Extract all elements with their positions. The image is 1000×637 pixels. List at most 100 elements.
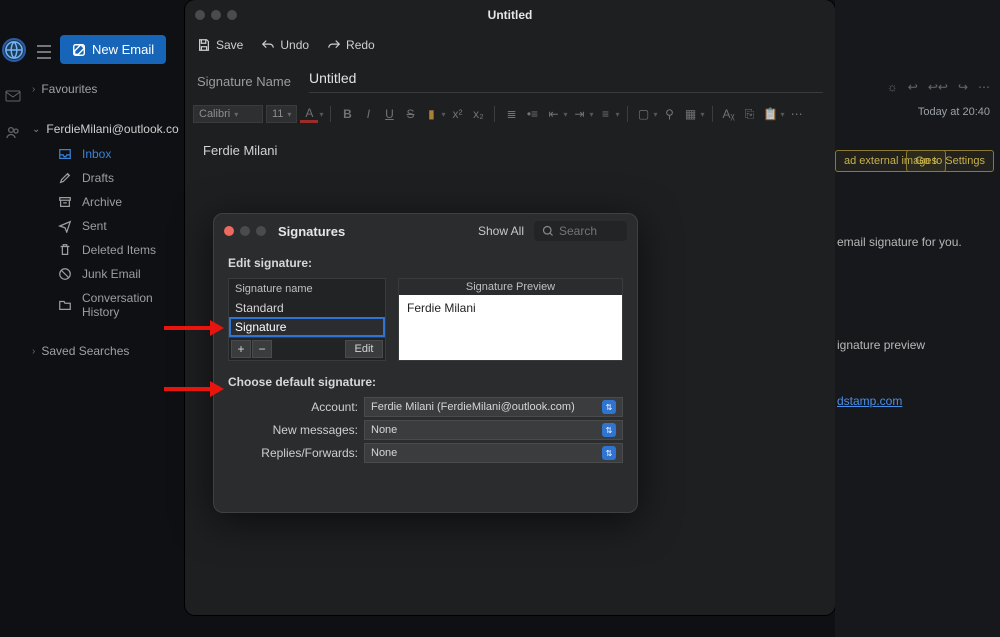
clear-format-icon[interactable]: Aᵪ <box>720 105 738 123</box>
account-label: Account: <box>228 400 358 414</box>
copy-format-icon[interactable]: ⎘ <box>741 105 759 123</box>
folder-conversation-history[interactable]: Conversation History <box>30 286 185 324</box>
chevron-down-icon: ⌄ <box>32 124 40 135</box>
message-timestamp: Today at 20:40 <box>918 106 990 118</box>
numbered-list-icon[interactable]: ≣ <box>502 105 520 123</box>
saved-searches-section[interactable]: › Saved Searches <box>30 338 185 364</box>
bulleted-list-icon[interactable]: •≡ <box>523 105 541 123</box>
paste-icon[interactable]: 📋 <box>762 105 780 123</box>
format-toolbar: Calibri▾ 11▾ A▾ B I U S ▮▾ x² x₂ ≣ •≡ ⇤▾… <box>185 99 835 129</box>
folder-inbox[interactable]: Inbox <box>30 142 185 166</box>
reply-icon[interactable]: ↩ <box>908 80 918 94</box>
search-box[interactable] <box>534 221 627 241</box>
window-title: Untitled <box>185 8 835 22</box>
annotation-arrow-2 <box>164 381 224 397</box>
underline-icon[interactable]: U <box>380 105 398 123</box>
chevron-right-icon: › <box>32 84 35 95</box>
save-button[interactable]: Save <box>197 38 243 52</box>
saved-searches-label: Saved Searches <box>41 344 129 358</box>
bg-link[interactable]: dstamp.com <box>837 394 902 408</box>
font-color-icon[interactable]: A <box>300 105 318 123</box>
bg-text-1: email signature for you. <box>837 235 962 249</box>
sun-icon[interactable]: ☼ <box>887 80 898 94</box>
signature-preview-header: Signature Preview <box>399 279 622 295</box>
table-icon[interactable]: ▦ <box>682 105 700 123</box>
bg-text-2: ignature preview <box>837 338 925 352</box>
dropdown-icon: ⇅ <box>602 446 616 460</box>
people-rail-icon[interactable] <box>5 125 21 144</box>
chevron-right-icon: › <box>32 346 35 357</box>
folder-archive[interactable]: Archive <box>30 190 185 214</box>
forward-icon[interactable]: ↪ <box>958 80 968 94</box>
signature-name-input[interactable]: Untitled <box>309 70 823 93</box>
signatures-dialog-titlebar[interactable]: Signatures Show All <box>214 214 637 248</box>
subscript-icon[interactable]: x₂ <box>469 105 487 123</box>
folder-sent[interactable]: Sent <box>30 214 185 238</box>
new-email-button[interactable]: New Email <box>60 35 166 64</box>
font-size-select[interactable]: 11▾ <box>266 105 297 123</box>
bold-icon[interactable]: B <box>338 105 356 123</box>
favourites-section[interactable]: › Favourites <box>30 76 185 102</box>
font-family-select[interactable]: Calibri▾ <box>193 105 263 123</box>
signatures-dialog: Signatures Show All Edit signature: Sign… <box>213 213 638 513</box>
new-email-label: New Email <box>92 42 154 57</box>
insert-image-icon[interactable]: ▢ <box>635 105 653 123</box>
superscript-icon[interactable]: x² <box>448 105 466 123</box>
new-messages-select[interactable]: None⇅ <box>364 420 623 440</box>
undo-button[interactable]: Undo <box>261 38 309 52</box>
show-all-button[interactable]: Show All <box>478 224 524 238</box>
signature-preview-panel: Signature Preview Ferdie Milani <box>398 278 623 361</box>
folder-label: Drafts <box>82 171 114 185</box>
signature-list-panel: Signature name Standard Signature + − Ed… <box>228 278 386 361</box>
go-to-settings-chip[interactable]: Go to Settings <box>906 150 994 172</box>
folder-deleted[interactable]: Deleted Items <box>30 238 185 262</box>
mail-rail-icon[interactable] <box>5 88 21 107</box>
folder-label: Inbox <box>82 147 111 161</box>
replies-forwards-label: Replies/Forwards: <box>228 446 358 460</box>
signature-editor-body[interactable]: Ferdie Milani <box>185 129 835 172</box>
defaults-header: Choose default signature: <box>228 375 623 389</box>
signature-list-header: Signature name <box>229 279 385 299</box>
add-signature-button[interactable]: + <box>231 340 251 358</box>
folder-label: Sent <box>82 219 107 233</box>
new-messages-label: New messages: <box>228 423 358 437</box>
search-input[interactable] <box>559 224 619 238</box>
archive-icon <box>58 195 72 209</box>
close-icon[interactable] <box>224 226 234 236</box>
pencil-icon <box>58 171 72 185</box>
signature-name-label: Signature Name <box>197 74 291 89</box>
highlight-icon[interactable]: ▮ <box>422 105 440 123</box>
dropdown-icon: ⇅ <box>602 400 616 414</box>
italic-icon[interactable]: I <box>359 105 377 123</box>
favourites-label: Favourites <box>41 82 97 96</box>
reply-all-icon[interactable]: ↩↩ <box>928 80 948 94</box>
account-select[interactable]: Ferdie Milani (FerdieMilani@outlook.com)… <box>364 397 623 417</box>
edit-signature-button[interactable]: Edit <box>345 340 383 358</box>
remove-signature-button[interactable]: − <box>252 340 272 358</box>
menu-toggle-icon[interactable] <box>36 45 52 62</box>
indent-icon[interactable]: ⇥ <box>570 105 588 123</box>
account-section[interactable]: ⌄ FerdieMilani@outlook.co <box>30 116 185 142</box>
zoom-icon[interactable] <box>256 226 266 236</box>
background-message-pane: ☼ ↩ ↩↩ ↪ ⋯ Today at 20:40 ad external im… <box>835 0 1000 637</box>
signature-preview-body: Ferdie Milani <box>399 295 622 360</box>
replies-forwards-select[interactable]: None⇅ <box>364 443 623 463</box>
minimize-icon[interactable] <box>240 226 250 236</box>
signature-list-item-editing[interactable]: Signature <box>229 317 385 337</box>
align-icon[interactable]: ≡ <box>597 105 615 123</box>
junk-icon <box>58 267 72 281</box>
redo-button[interactable]: Redo <box>327 38 375 52</box>
signature-list-item[interactable]: Standard <box>229 299 385 317</box>
folder-icon <box>58 298 72 312</box>
edit-signature-header: Edit signature: <box>228 256 623 270</box>
more-icon[interactable]: ⋯ <box>788 105 806 123</box>
folder-junk[interactable]: Junk Email <box>30 262 185 286</box>
more-actions-icon[interactable]: ⋯ <box>978 80 990 94</box>
folder-drafts[interactable]: Drafts <box>30 166 185 190</box>
folder-label: Deleted Items <box>82 243 156 257</box>
link-icon[interactable]: ⚲ <box>661 105 679 123</box>
outdent-icon[interactable]: ⇤ <box>544 105 562 123</box>
sent-icon <box>58 219 72 233</box>
window-titlebar[interactable]: Untitled <box>185 0 835 30</box>
strikethrough-icon[interactable]: S <box>401 105 419 123</box>
